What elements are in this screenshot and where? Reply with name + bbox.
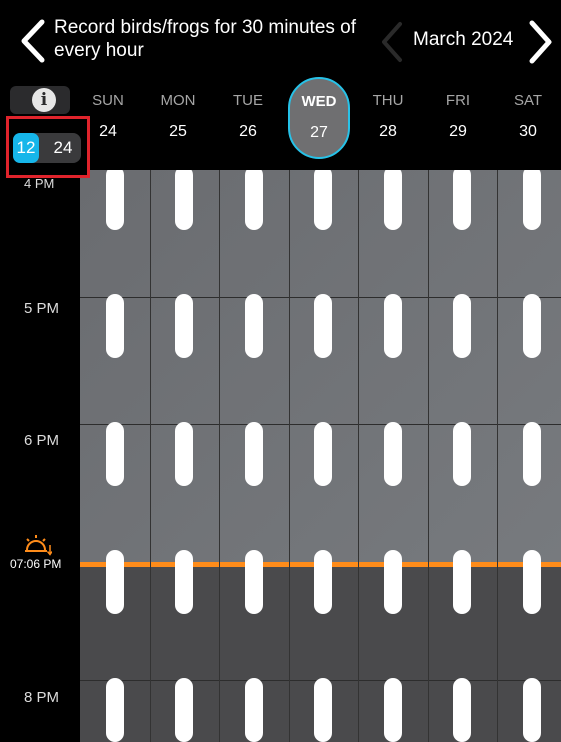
day-gridline — [358, 170, 359, 742]
day-date: 28 — [379, 123, 397, 140]
recording-slot[interactable] — [523, 550, 541, 614]
day-name: TUE — [233, 92, 263, 109]
day-name: WED — [301, 93, 337, 110]
recording-slot[interactable] — [245, 170, 263, 230]
recording-slot[interactable] — [245, 294, 263, 358]
month-label: March 2024 — [413, 29, 514, 50]
recording-slot[interactable] — [175, 422, 193, 486]
recording-slot[interactable] — [106, 294, 124, 358]
sunset-time-label: 07:06 PM — [10, 557, 62, 571]
back-chevron-icon[interactable] — [16, 16, 50, 66]
page-title: Record birds/frogs for 30 minutes of eve… — [54, 17, 357, 61]
day-wed-selected[interactable]: WED 27 — [288, 77, 350, 159]
day-fri[interactable]: FRI 29 — [428, 92, 488, 141]
sunset-icon — [25, 535, 52, 556]
recording-slot[interactable] — [523, 170, 541, 230]
day-name: FRI — [445, 92, 471, 109]
recording-slot[interactable] — [314, 678, 332, 742]
time-label-6pm: 6 PM — [24, 432, 60, 449]
recording-slot[interactable] — [453, 678, 471, 742]
day-gridline — [497, 170, 498, 742]
day-sat[interactable]: SAT 30 — [498, 92, 558, 141]
day-date: 25 — [169, 123, 187, 140]
recording-slot[interactable] — [523, 294, 541, 358]
recording-slot[interactable] — [384, 294, 402, 358]
day-name: SAT — [513, 92, 543, 109]
time-label-4pm: 4 PM — [24, 176, 55, 191]
recording-slot[interactable] — [523, 422, 541, 486]
day-date: 26 — [239, 123, 257, 140]
recording-slot[interactable] — [245, 550, 263, 614]
day-name: SUN — [92, 92, 124, 109]
day-thu[interactable]: THU 28 — [358, 92, 418, 141]
recording-slot[interactable] — [245, 422, 263, 486]
day-date: 29 — [449, 123, 467, 140]
info-icon: i — [32, 88, 56, 112]
info-button[interactable]: i — [10, 86, 70, 114]
time-format-highlight: 12 24 — [6, 116, 90, 178]
recording-slot[interactable] — [175, 550, 193, 614]
day-name: MON — [160, 92, 196, 109]
recording-slot[interactable] — [175, 678, 193, 742]
recording-slot[interactable] — [314, 550, 332, 614]
time-label-8pm: 8 PM — [24, 689, 60, 706]
format-24-option[interactable]: 24 — [45, 133, 81, 163]
day-gridline — [289, 170, 290, 742]
time-format-toggle[interactable]: 12 24 — [13, 133, 81, 163]
recording-slot[interactable] — [384, 550, 402, 614]
recording-slot[interactable] — [106, 170, 124, 230]
recording-slot[interactable] — [453, 550, 471, 614]
recording-slot[interactable] — [106, 678, 124, 742]
recording-slot[interactable] — [314, 170, 332, 230]
day-mon[interactable]: MON 25 — [148, 92, 208, 141]
recording-slot[interactable] — [453, 170, 471, 230]
day-gridline — [428, 170, 429, 742]
recording-slot[interactable] — [314, 422, 332, 486]
recording-slot[interactable] — [245, 678, 263, 742]
day-date: 30 — [519, 123, 537, 140]
day-name: THU — [372, 92, 404, 109]
day-gridline — [219, 170, 220, 742]
recording-slot[interactable] — [106, 550, 124, 614]
time-axis: 4 PM 5 PM 6 PM 07:06 PM 8 PM — [0, 170, 80, 742]
recording-slot[interactable] — [384, 422, 402, 486]
recording-slot[interactable] — [523, 678, 541, 742]
prev-month-chevron-icon[interactable] — [378, 20, 406, 64]
recording-slot[interactable] — [106, 422, 124, 486]
time-label-5pm: 5 PM — [24, 300, 60, 317]
recording-slot[interactable] — [314, 294, 332, 358]
recording-slot[interactable] — [175, 294, 193, 358]
format-12-option[interactable]: 12 — [13, 133, 39, 163]
day-tue[interactable]: TUE 26 — [218, 92, 278, 141]
recording-slot[interactable] — [384, 678, 402, 742]
recording-slot[interactable] — [453, 294, 471, 358]
schedule-grid[interactable] — [80, 170, 561, 742]
day-date: 27 — [310, 124, 328, 141]
next-month-chevron-icon[interactable] — [524, 18, 556, 66]
recording-slot[interactable] — [453, 422, 471, 486]
recording-slot[interactable] — [175, 170, 193, 230]
day-gridline — [150, 170, 151, 742]
recording-slot[interactable] — [384, 170, 402, 230]
